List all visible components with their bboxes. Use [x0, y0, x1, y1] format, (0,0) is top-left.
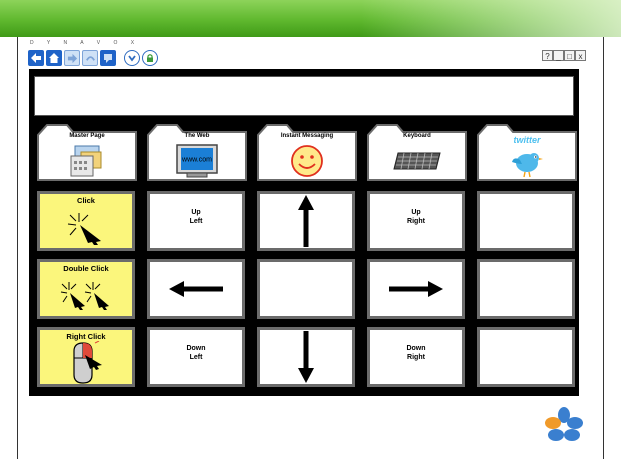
down-right-button[interactable]: Down Right: [367, 327, 465, 387]
folder-label: Instant Messaging: [280, 133, 334, 139]
message-window-frame: [29, 69, 579, 123]
banner-fade: [361, 0, 621, 37]
folder-label: Keyboard: [403, 133, 431, 139]
close-button[interactable]: x: [575, 50, 586, 61]
undo-button[interactable]: [82, 50, 98, 66]
folder-the-web[interactable]: The Web www.com: [147, 123, 247, 181]
mouse-click-icon: [40, 202, 132, 252]
back-arrow-icon: [31, 53, 41, 63]
speech-bubble-icon: [104, 54, 112, 63]
menu-button[interactable]: [124, 50, 140, 66]
down-left-button[interactable]: Down Left: [147, 327, 245, 387]
button-label: Down Left: [186, 345, 206, 361]
smiley-face-icon: [257, 143, 357, 179]
folder-keyboard[interactable]: Keyboard: [367, 123, 467, 181]
slide-banner: [0, 0, 621, 37]
button-label: Down Right: [406, 345, 426, 361]
home-icon: [49, 53, 59, 63]
calendar-icon: [37, 143, 137, 179]
right-click-button[interactable]: Right Click: [37, 327, 135, 387]
button-label: Up Left: [189, 209, 203, 225]
keyboard-icon: [367, 143, 467, 179]
button-label: Up Right: [407, 209, 425, 225]
company-logo: [545, 407, 583, 441]
down-button[interactable]: [257, 327, 355, 387]
computer-monitor-icon: www.com: [147, 143, 247, 179]
tools-button[interactable]: [142, 50, 158, 66]
double-click-icon: [40, 270, 132, 320]
toolbar: [28, 49, 158, 67]
twitter-wordmark: twitter: [513, 135, 541, 145]
maximize-button[interactable]: □: [564, 50, 575, 61]
message-window[interactable]: [34, 76, 574, 116]
empty-button-3[interactable]: [477, 327, 575, 387]
twitter-bird-icon: [477, 149, 577, 179]
button-grid: Master Page The Web www.com Instant Mess…: [29, 123, 579, 396]
chevron-down-icon: [128, 55, 136, 62]
right-button[interactable]: [367, 259, 465, 319]
arrow-up-icon: [260, 194, 352, 248]
forward-arrow-icon: [67, 53, 77, 63]
right-click-mouse-icon: [40, 338, 132, 388]
left-button[interactable]: [147, 259, 245, 319]
back-button[interactable]: [28, 50, 44, 66]
folder-instant-messaging[interactable]: Instant Messaging: [257, 123, 357, 181]
undo-icon: [85, 55, 95, 61]
folder-label: Master Page: [69, 133, 105, 139]
arrow-right-icon: [370, 262, 462, 316]
help-button[interactable]: ?: [542, 50, 553, 61]
home-button[interactable]: [46, 50, 62, 66]
minimize-button[interactable]: _: [553, 50, 564, 61]
double-click-button[interactable]: Double Click: [37, 259, 135, 319]
speak-button[interactable]: [100, 50, 116, 66]
up-button[interactable]: [257, 191, 355, 251]
window-controls: ? _ □ x: [542, 50, 586, 61]
brand-label: D Y N A V O X: [30, 40, 141, 46]
empty-button-1[interactable]: [477, 191, 575, 251]
monitor-screen-text: www.com: [181, 157, 212, 164]
click-button[interactable]: Click: [37, 191, 135, 251]
up-left-button[interactable]: Up Left: [147, 191, 245, 251]
center-button[interactable]: [257, 259, 355, 319]
folder-master-page[interactable]: Master Page: [37, 123, 137, 181]
folder-label: The Web: [184, 133, 210, 139]
arrow-left-icon: [150, 262, 242, 316]
empty-button-2[interactable]: [477, 259, 575, 319]
folder-twitter[interactable]: twitter: [477, 123, 577, 181]
arrow-down-icon: [260, 330, 352, 384]
up-right-button[interactable]: Up Right: [367, 191, 465, 251]
lock-icon: [147, 54, 153, 62]
forward-button[interactable]: [64, 50, 80, 66]
